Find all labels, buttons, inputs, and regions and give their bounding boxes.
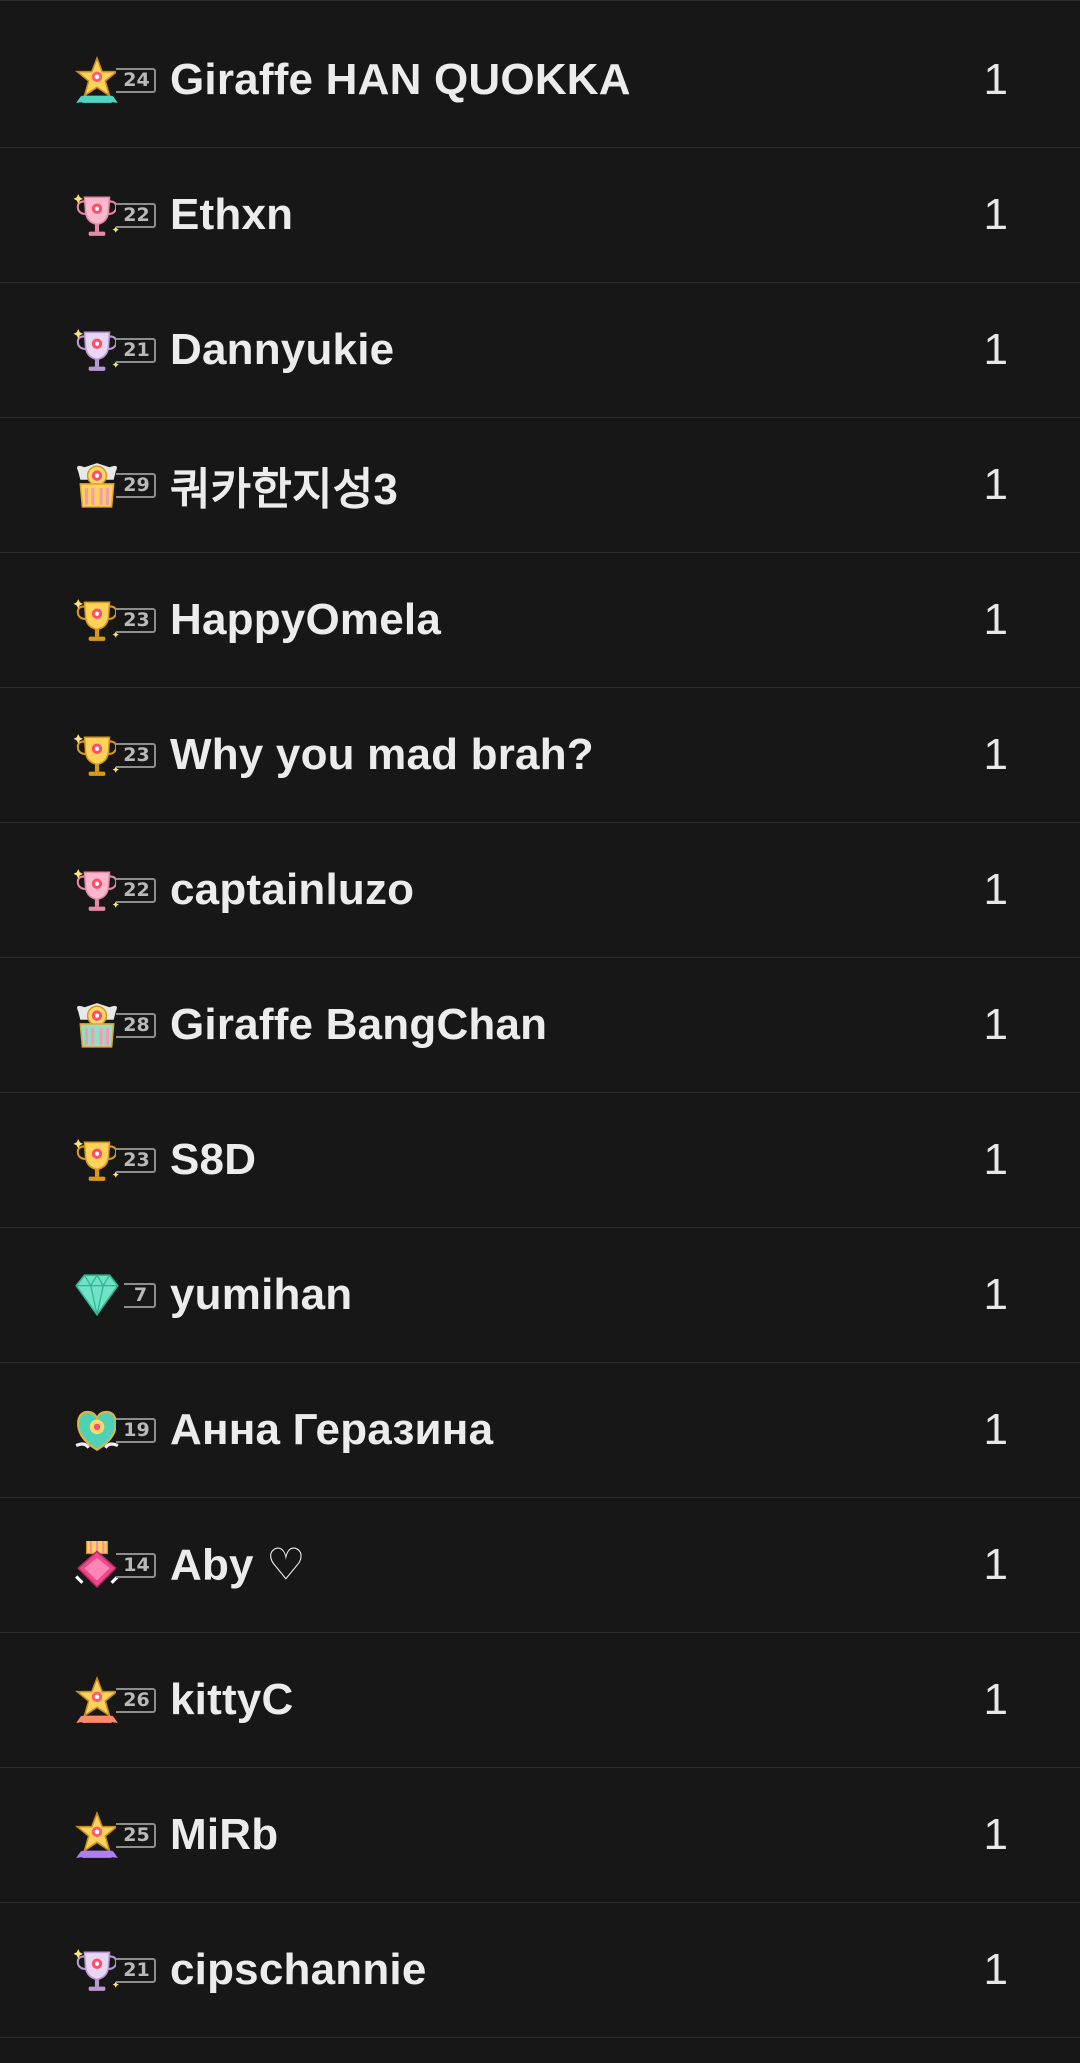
username: Dannyukie (170, 325, 395, 374)
level-badge: 25 (72, 1807, 158, 1863)
level-number: 23 (116, 743, 156, 768)
level-badge: 22 (72, 187, 158, 243)
level-badge: 23 (72, 727, 158, 783)
level-badge: 24 (72, 52, 158, 108)
count-value: 1 (983, 1810, 1008, 1859)
count-value: 1 (983, 1270, 1008, 1319)
trophy-pink-icon (73, 869, 119, 911)
level-badge: 23 (72, 592, 158, 648)
trophy-gold-icon (73, 599, 119, 641)
username: Why you mad brah? (170, 730, 594, 779)
username: 쿼카한지성3 (170, 465, 399, 514)
level-number: 24 (116, 68, 156, 93)
level-badge: 14 (72, 1537, 158, 1593)
username: cipschannie (170, 1945, 427, 1994)
leaderboard-row[interactable]: 23 Why you mad brah? 1 (0, 688, 1080, 823)
trophy-pink-icon (73, 194, 119, 236)
count-value: 1 (983, 55, 1008, 104)
star-coral-icon (75, 1675, 119, 1723)
username: Ethxn (170, 190, 294, 239)
star-teal-icon (75, 55, 119, 103)
leaderboard-row[interactable]: 19 Анна Геразина 1 (0, 1363, 1080, 1498)
level-number: 21 (116, 1958, 156, 1983)
count-value: 1 (983, 865, 1008, 914)
count-value: 1 (983, 325, 1008, 374)
trophy-gold-icon (73, 1139, 119, 1181)
username: Giraffe BangChan (170, 1000, 548, 1049)
leaderboard-row[interactable]: 23 S8D 1 (0, 1093, 1080, 1228)
star-purple-icon (75, 1810, 119, 1858)
leaderboard-row[interactable]: 21 Dannyukie 1 (0, 283, 1080, 418)
level-number: 29 (116, 473, 156, 498)
leaderboard-row[interactable]: 7 yumihan 1 (0, 1228, 1080, 1363)
username: Aby ♡ (170, 1540, 306, 1590)
diamond-mint-icon (75, 1273, 119, 1317)
username: Анна Геразина (170, 1405, 494, 1454)
trophy-gold-icon (73, 734, 119, 776)
level-badge: 19 (72, 1402, 158, 1458)
level-badge: 21 (72, 322, 158, 378)
leaderboard-row[interactable]: 25 MiRb 1 (0, 1768, 1080, 1903)
level-number: 26 (116, 1688, 156, 1713)
leaderboard-row[interactable]: 23 HappyOmela 1 (0, 553, 1080, 688)
level-number: 22 (116, 203, 156, 228)
leaderboard-row[interactable]: 22 Ethxn 1 (0, 148, 1080, 283)
leaderboard-row[interactable]: 28 Giraffe BangChan 1 (0, 958, 1080, 1093)
username: kittyC (170, 1675, 294, 1724)
level-number: 23 (116, 608, 156, 633)
level-number: 28 (116, 1013, 156, 1038)
level-number: 22 (116, 878, 156, 903)
leaderboard-row[interactable]: 26 kittyC 1 (0, 1633, 1080, 1768)
count-value: 1 (983, 1135, 1008, 1184)
level-badge: 22 (72, 862, 158, 918)
username: HappyOmela (170, 595, 441, 644)
count-value: 1 (983, 190, 1008, 239)
level-badge: 29 (72, 457, 158, 513)
crown-flower-teal-icon (77, 1003, 117, 1048)
level-badge: 23 (72, 1132, 158, 1188)
level-badge: 26 (72, 1672, 158, 1728)
level-number: 19 (116, 1418, 156, 1443)
leaderboard-row[interactable]: 21 cipschannie 1 (0, 1903, 1080, 2038)
leaderboard-row[interactable]: 22 captainluzo 1 (0, 823, 1080, 958)
leaderboard-list: 24 Giraffe HAN QUOKKA 1 22 Ethxn 1 21 Dannyuk… (0, 0, 1080, 2063)
level-number: 23 (116, 1148, 156, 1173)
crown-flower-gold-icon (77, 463, 117, 508)
level-badge: 7 (72, 1267, 158, 1323)
level-number: 7 (124, 1283, 156, 1308)
count-value: 1 (983, 1540, 1008, 1589)
count-value: 1 (983, 1405, 1008, 1454)
count-value: 1 (983, 730, 1008, 779)
username: captainluzo (170, 865, 415, 914)
count-value: 1 (983, 595, 1008, 644)
leaderboard-row[interactable]: 29 쿼카한지성3 1 (0, 418, 1080, 553)
heart-shield-teal-icon (75, 1410, 119, 1452)
level-badge: 28 (72, 997, 158, 1053)
level-number: 25 (116, 1823, 156, 1848)
trophy-lavender-icon (73, 329, 119, 371)
username: MiRb (170, 1810, 279, 1859)
count-value: 1 (983, 1675, 1008, 1724)
username: yumihan (170, 1270, 353, 1319)
count-value: 1 (983, 460, 1008, 509)
username: Giraffe HAN QUOKKA (170, 55, 631, 104)
level-badge: 21 (72, 1942, 158, 1998)
level-number: 21 (116, 338, 156, 363)
leaderboard-row[interactable]: 14 Aby ♡ 1 (0, 1498, 1080, 1633)
level-number: 14 (116, 1553, 156, 1578)
username: S8D (170, 1135, 257, 1184)
leaderboard-row[interactable]: 24 Giraffe HAN QUOKKA 1 (0, 13, 1080, 148)
count-value: 1 (983, 1000, 1008, 1049)
gem-medal-pink-icon (75, 1541, 119, 1588)
trophy-lavender-icon (73, 1949, 119, 1991)
count-value: 1 (983, 1945, 1008, 1994)
